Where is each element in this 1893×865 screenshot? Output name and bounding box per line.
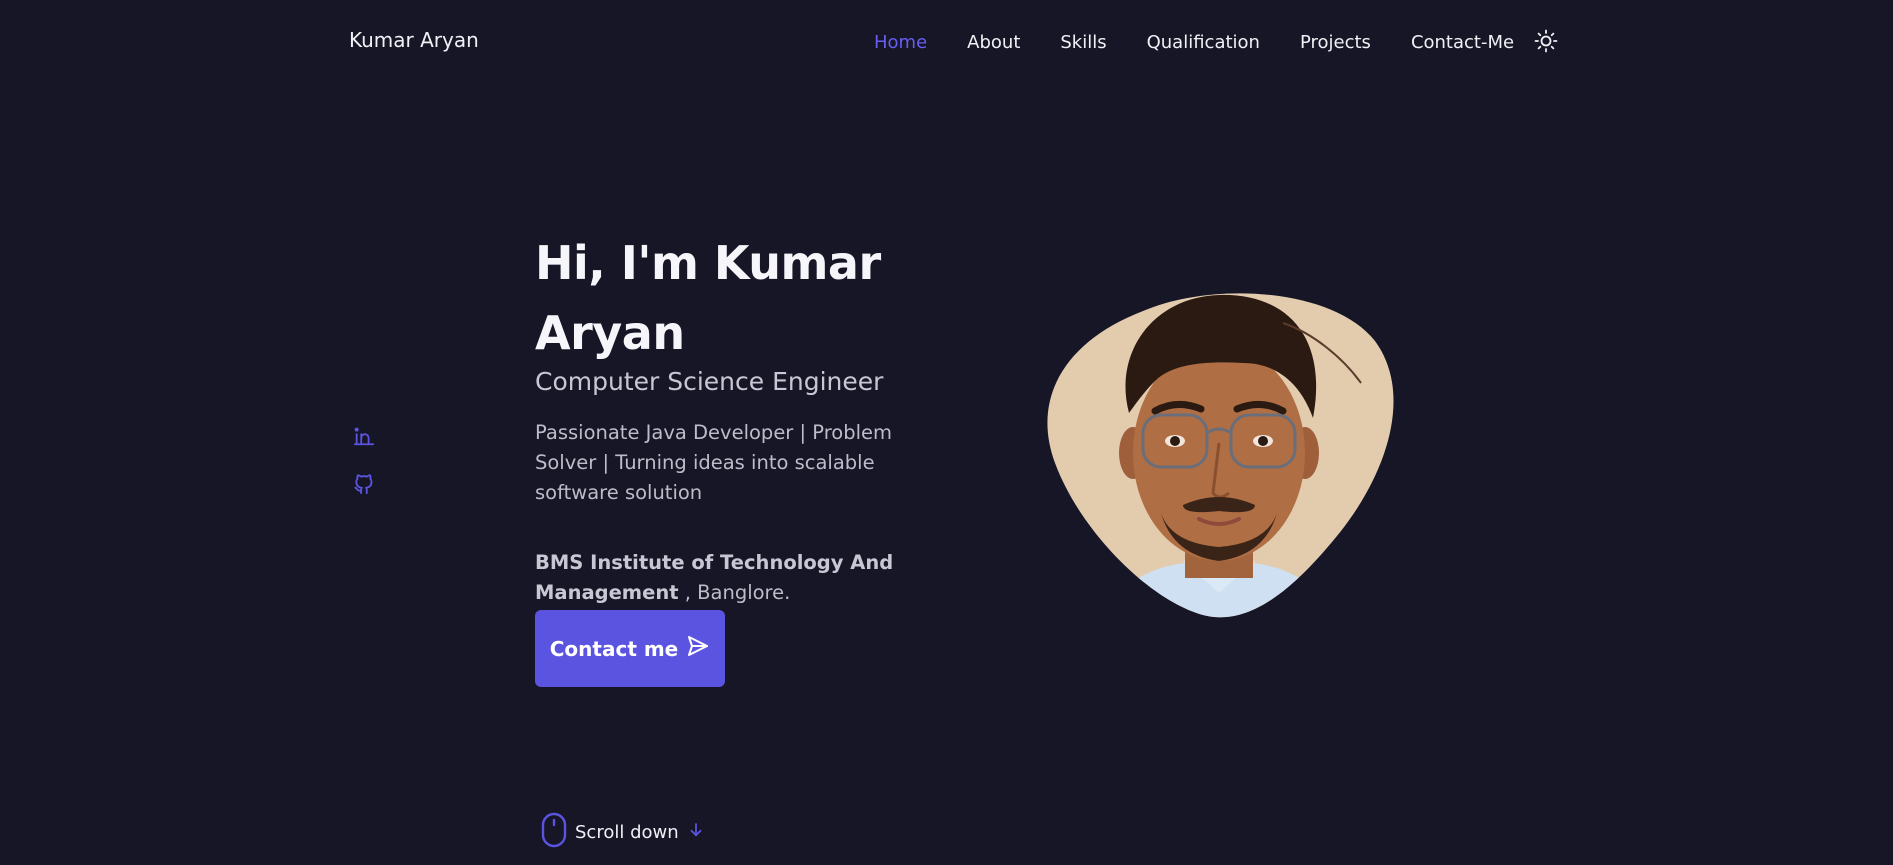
nav-about[interactable]: About (967, 32, 1020, 53)
github-icon[interactable] (353, 473, 375, 495)
site-logo[interactable]: Kumar Aryan (349, 28, 479, 52)
linkedin-icon[interactable] (353, 425, 375, 447)
nav-contact[interactable]: Contact-Me (1411, 32, 1514, 53)
main-nav: Home About Skills Qualification Projects… (874, 28, 1554, 56)
hero-subtitle: Computer Science Engineer (535, 367, 884, 396)
site-header: Kumar Aryan Home About Skills Qualificat… (0, 0, 1893, 84)
hero-description: Passionate Java Developer | Problem Solv… (535, 421, 893, 504)
nav-home[interactable]: Home (874, 32, 927, 53)
contact-me-button[interactable]: Contact me (535, 610, 725, 687)
hero-section: Hi, I'm Kumar Aryan Computer Science Eng… (535, 228, 955, 608)
hero-title: Hi, I'm Kumar Aryan (535, 236, 881, 360)
arrow-down-icon (687, 821, 705, 844)
scroll-down-label: Scroll down (575, 821, 679, 843)
nav-projects[interactable]: Projects (1300, 32, 1371, 53)
mouse-icon (541, 812, 567, 853)
profile-image (1043, 293, 1395, 623)
nav-skills[interactable]: Skills (1060, 32, 1106, 53)
nav-qualification[interactable]: Qualification (1147, 32, 1260, 53)
scroll-down-link[interactable]: Scroll down (541, 812, 705, 853)
institution-location: , Banglore. (678, 581, 791, 604)
social-links (353, 425, 377, 521)
sun-icon[interactable] (1534, 29, 1558, 53)
contact-button-label: Contact me (549, 636, 679, 661)
hero-institution: BMS Institute of Technology And Manageme… (535, 548, 925, 608)
send-icon (686, 634, 710, 663)
